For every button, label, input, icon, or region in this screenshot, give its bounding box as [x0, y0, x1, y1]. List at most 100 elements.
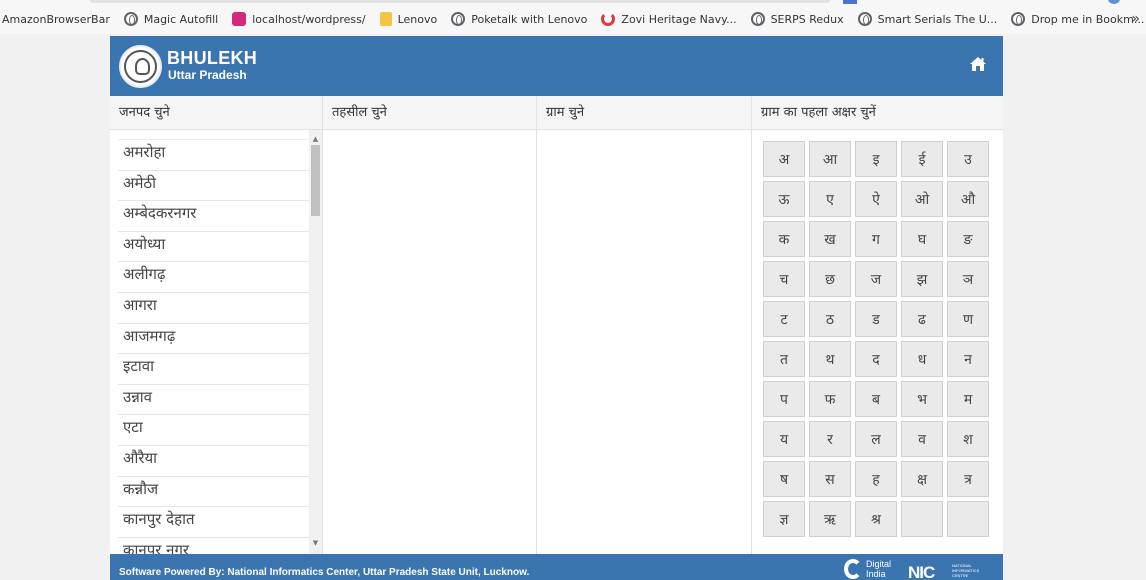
letter-button[interactable]: त्र [947, 461, 989, 497]
globe-icon [123, 12, 138, 26]
letter-button[interactable]: ओ [901, 181, 943, 217]
district-item[interactable]: एटा [118, 414, 309, 445]
poketalk-icon [601, 12, 616, 26]
district-item[interactable]: अम्बेदकरनगर [118, 200, 309, 231]
letter-button[interactable]: व [901, 421, 943, 457]
letter-button[interactable]: ठ [809, 301, 851, 337]
letter-button[interactable]: श [947, 421, 989, 457]
letter-button[interactable]: क [763, 221, 805, 257]
letter-button[interactable]: च [763, 261, 805, 297]
district-item[interactable]: आजमगढ़ [118, 322, 309, 354]
letter-button[interactable]: ण [947, 301, 989, 337]
bookmark-item[interactable]: SERPS Redux [744, 8, 851, 30]
letter-button[interactable]: उ [947, 141, 989, 177]
letter-button[interactable]: क्ष [901, 461, 943, 497]
letter-button[interactable]: प [763, 381, 805, 417]
district-column: अमरोहा अमेठी अम्बेदकरनगर अयोध्या अलीगढ़ आगरा आ… [110, 130, 323, 554]
district-item[interactable]: अलीगढ़ [118, 261, 309, 292]
bookmark-item[interactable]: localhost/wordpress/ [225, 8, 372, 30]
letter-button[interactable]: ए [809, 181, 851, 217]
site-footer: Software Powered By: National Informatic… [110, 554, 1003, 580]
district-item[interactable]: अमेठी [118, 169, 309, 201]
letter-button[interactable]: औ [947, 181, 989, 217]
district-item[interactable]: उन्नाव [118, 383, 309, 415]
letter-button[interactable]: थ [809, 341, 851, 377]
bookmark-item[interactable]: Lenovo [373, 8, 445, 30]
bookmark-item[interactable]: Drop me in Bookm... [1004, 8, 1146, 30]
letter-button[interactable]: म [947, 381, 989, 417]
letter-button[interactable]: ऐ [855, 181, 897, 217]
letter-button[interactable]: ट [763, 301, 805, 337]
bookmark-label: Poketalk with Lenovo [471, 12, 588, 26]
letter-button[interactable]: श्र [855, 501, 897, 537]
bookmark-item[interactable]: AmazonBrowserBar [0, 8, 117, 30]
bookmark-label: Smart Serials The U... [877, 12, 998, 26]
letter-button[interactable]: झ [901, 261, 943, 297]
letter-button[interactable]: ऊ [763, 181, 805, 217]
letter-button[interactable]: ह [855, 461, 897, 497]
globe-icon [857, 12, 872, 26]
letter-button[interactable]: आ [809, 141, 851, 177]
site-header: BHULEKH Uttar Pradesh [110, 36, 1003, 96]
scroll-down-arrow-icon[interactable]: ▼ [309, 536, 322, 550]
bhulekh-app: BHULEKH Uttar Pradesh जनपद चुने तहसील चु… [110, 36, 1003, 580]
letter-button[interactable]: न [947, 341, 989, 377]
bookmark-item[interactable]: Smart Serials The U... [851, 8, 1005, 30]
letter-button[interactable]: ज्ञ [763, 501, 805, 537]
letter-button[interactable]: ष [763, 461, 805, 497]
letter-button[interactable]: ढ [901, 301, 943, 337]
letter-button[interactable]: य [763, 421, 805, 457]
letter-button[interactable]: ख [809, 221, 851, 257]
letter-button[interactable]: ड [855, 301, 897, 337]
letter-button[interactable]: ल [855, 421, 897, 457]
district-item[interactable]: कन्नौज [118, 475, 309, 507]
district-item[interactable]: औरैया [118, 444, 309, 476]
letter-button[interactable]: स [809, 461, 851, 497]
district-item[interactable]: अमरोहा [118, 139, 309, 170]
district-item[interactable]: कानपुर नगर [118, 536, 309, 554]
home-icon[interactable] [969, 56, 987, 72]
scroll-up-arrow-icon[interactable]: ▲ [309, 132, 322, 146]
letter-button[interactable]: ङ [947, 221, 989, 257]
first-letter-panel: अआइईउऊएऐओऔकखगघङचछजझञटठडढणतथदधनपफबभमयरलवश… [752, 130, 1003, 554]
gram-list[interactable] [537, 130, 752, 554]
bookmark-label: Drop me in Bookm... [1031, 12, 1145, 26]
letter-button[interactable]: घ [901, 221, 943, 257]
bookmarks-bar: AmazonBrowserBar Magic Autofill localhost/… [0, 4, 1146, 34]
letter-button[interactable]: ग [855, 221, 897, 257]
district-scrollbar[interactable]: ▲ ▼ [309, 130, 322, 554]
bookmark-label: SERPS Redux [770, 12, 844, 26]
site-subtitle: Uttar Pradesh [168, 68, 247, 82]
letter-button[interactable]: ब [855, 381, 897, 417]
bookmark-label: localhost/wordpress/ [252, 12, 366, 26]
letter-button[interactable]: र [809, 421, 851, 457]
district-list[interactable]: अमरोहा अमेठी अम्बेदकरनगर अयोध्या अलीगढ़ आगरा आ… [110, 130, 323, 554]
bookmark-item[interactable]: Magic Autofill [117, 8, 225, 30]
letter-button[interactable]: भ [901, 381, 943, 417]
letter-button[interactable]: ज [855, 261, 897, 297]
letter-button[interactable]: इ [855, 141, 897, 177]
bookmarks-overflow-button[interactable]: » [1131, 4, 1140, 34]
letter-button[interactable]: ऋ [809, 501, 851, 537]
letter-button[interactable]: ई [901, 141, 943, 177]
header-first-letter: ग्राम का पहला अक्षर चुनें [761, 105, 876, 120]
district-item[interactable]: कानपुर देहात [118, 506, 309, 537]
letter-button[interactable]: त [763, 341, 805, 377]
bookmark-item[interactable]: Poketalk with Lenovo [444, 8, 594, 30]
tehsil-list[interactable] [323, 130, 537, 554]
district-item[interactable]: आगरा [118, 291, 309, 323]
letter-button[interactable]: द [855, 341, 897, 377]
bookmark-item[interactable]: Zovi Heritage Navy... [594, 8, 743, 30]
letter-button[interactable]: अ [763, 141, 805, 177]
letter-button[interactable]: फ [809, 381, 851, 417]
district-item[interactable]: इटावा [118, 353, 309, 384]
letter-button-empty[interactable] [901, 501, 943, 537]
letter-button[interactable]: छ [809, 261, 851, 297]
letter-button[interactable]: ञ [947, 261, 989, 297]
letter-button[interactable]: ध [901, 341, 943, 377]
letter-button-empty[interactable] [947, 501, 989, 537]
district-item[interactable]: अयोध्या [118, 230, 309, 262]
scroll-thumb[interactable] [311, 145, 320, 216]
nic-line3: CENTRE [952, 573, 969, 578]
nic-logo: NIC [908, 563, 935, 580]
